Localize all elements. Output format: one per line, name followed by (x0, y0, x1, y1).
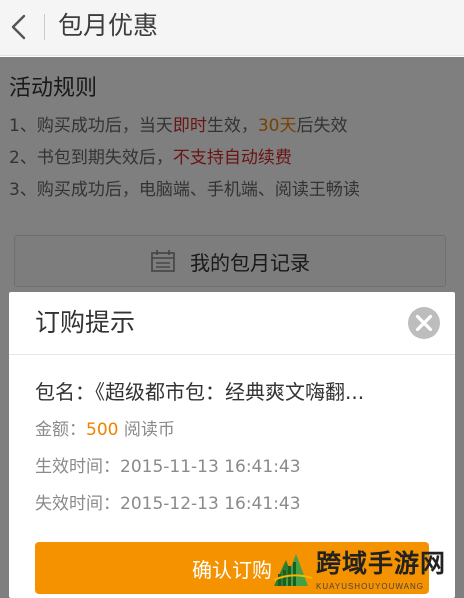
dialog-divider (9, 354, 455, 355)
end-time: 失效时间：2015-12-13 16:41:43 (35, 494, 301, 514)
watermark-text: 跨域手游网 (316, 549, 447, 578)
amount-value: 500 (86, 420, 119, 440)
amount-row: 金额：500 阅读币 (35, 415, 175, 440)
page-title: 包月优惠 (58, 11, 159, 40)
watermark-logo-icon (273, 554, 313, 586)
back-icon[interactable] (4, 8, 36, 46)
package-name: 包名：《超级都市包：经典爽文嗨翻... (35, 380, 365, 404)
start-time: 生效时间：2015-11-13 16:41:43 (35, 457, 301, 477)
amount-label: 金额： (35, 420, 86, 440)
watermark-subtext: KUAYUSHOUYOUWANG (316, 582, 425, 591)
site-watermark: 跨域手游网 KUAYUSHOUYOUWANG (272, 548, 462, 596)
close-icon[interactable] (407, 306, 441, 340)
amount-unit: 阅读币 (118, 420, 175, 440)
header-divider (44, 14, 45, 40)
dialog-title: 订购提示 (35, 308, 136, 337)
app-header: 包月优惠 (0, 0, 464, 56)
confirm-button-label: 确认订购 (192, 557, 272, 582)
